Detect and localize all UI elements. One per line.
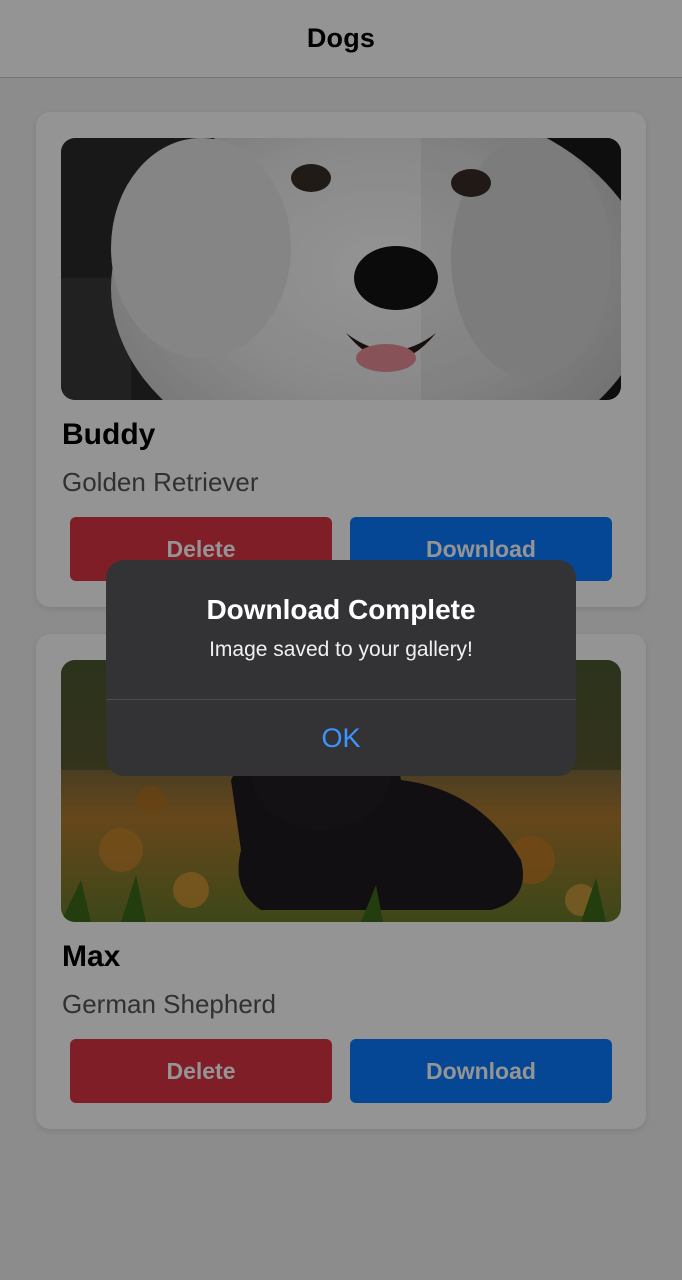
download-complete-alert: Download Complete Image saved to your ga… bbox=[106, 560, 576, 776]
alert-title: Download Complete bbox=[206, 594, 476, 625]
ok-button[interactable]: OK bbox=[106, 700, 576, 776]
alert-message: Image saved to your gallery! bbox=[209, 638, 473, 661]
app-screen: Dogs Buddy Golden Retriever Delete Downl… bbox=[0, 0, 682, 1280]
